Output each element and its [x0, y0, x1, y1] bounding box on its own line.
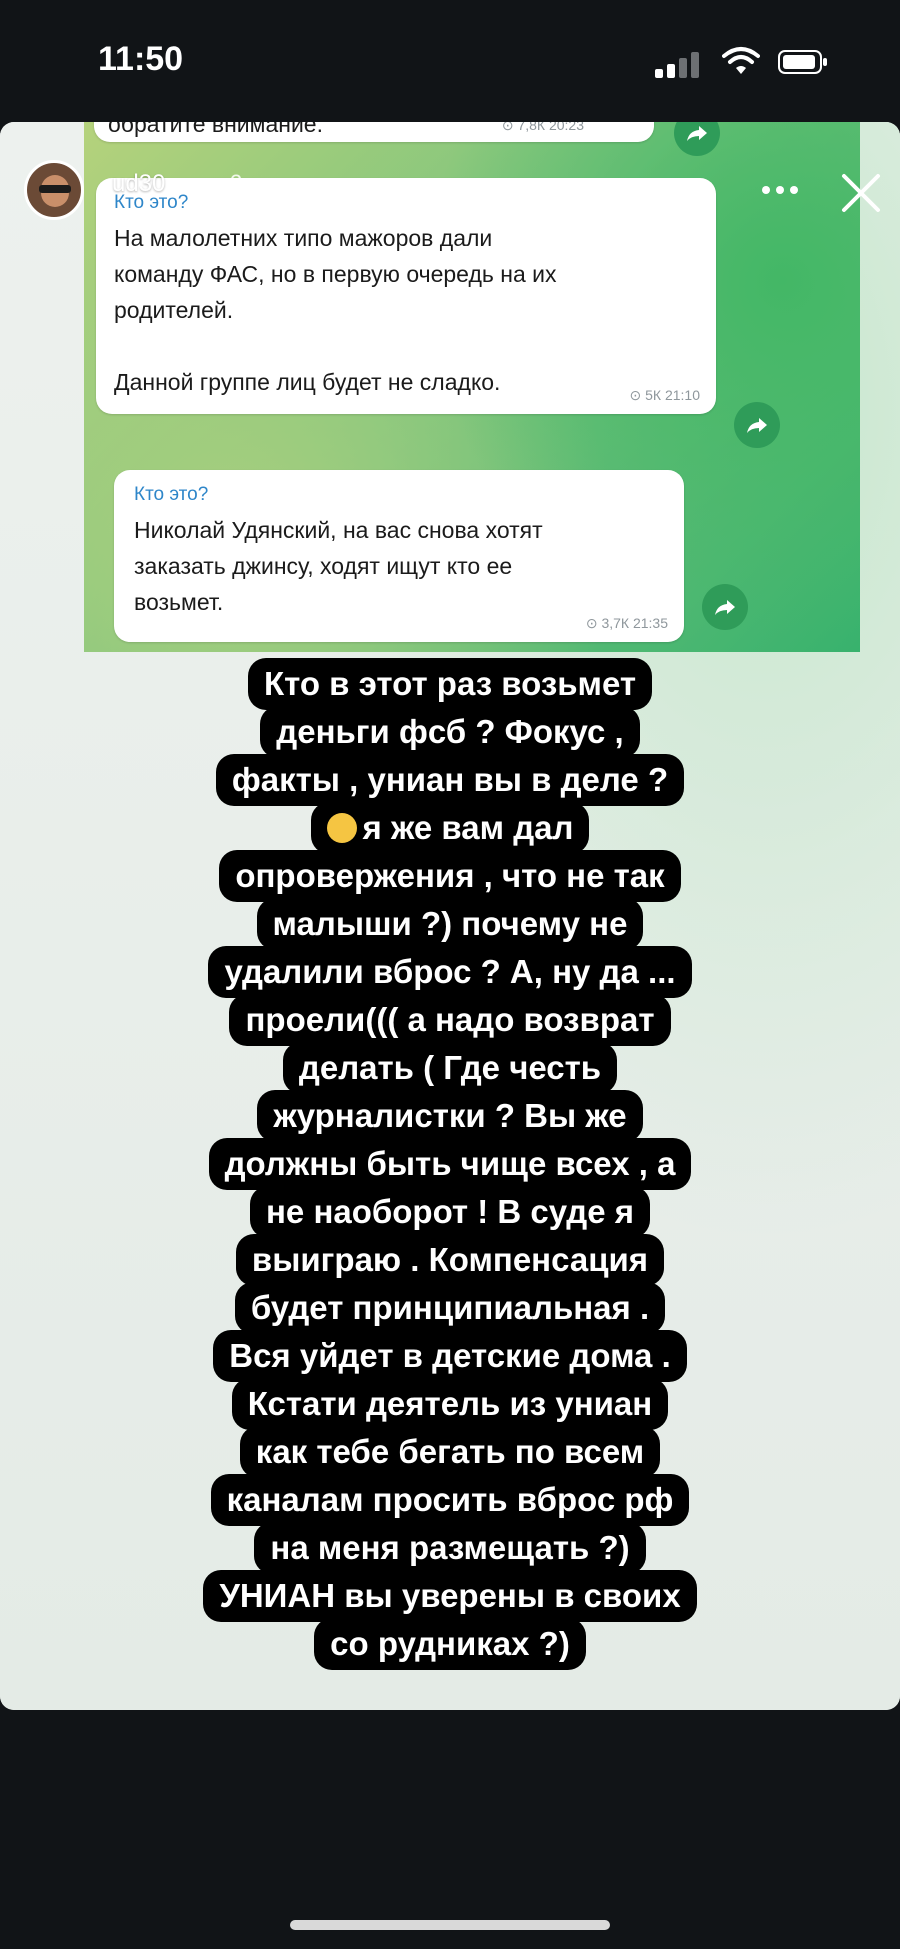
caption-line: каналам просить вброс рф [210, 1474, 690, 1526]
caption-line: Вся уйдет в детские дома . [213, 1330, 687, 1382]
battery-icon [778, 50, 827, 74]
story-caption: Кто в этот раз возьмет деньги фсб ? Фоку… [90, 658, 810, 1670]
caption-line: проели((( а надо возврат [229, 994, 671, 1046]
caption-line: Кто в этот раз возьмет [247, 658, 653, 710]
telegram-message: Кто это? Николай Удянский, на вас снова … [114, 470, 684, 642]
laughing-emoji-icon [326, 813, 357, 843]
caption-line: факты , униан вы в деле ? [215, 754, 685, 806]
message-sender: Кто это? [114, 192, 189, 213]
story-card[interactable]: обратите внимание. ⊙ 7,8К 20:23 Кто это?… [0, 122, 900, 1710]
more-options-icon[interactable] [762, 186, 802, 196]
message-text: На малолетних типо мажоров дали команду … [114, 225, 557, 395]
caption-line: выиграю . Компенсация [235, 1234, 665, 1286]
message-meta: ⊙ 7,8К 20:23 [501, 122, 584, 133]
caption-line: будет принципиальная . [234, 1282, 666, 1334]
message-sender: Кто это? [134, 484, 209, 505]
story-username[interactable]: ud30 [112, 170, 165, 198]
forward-icon [734, 402, 780, 448]
cellular-signal-icon [655, 50, 703, 78]
caption-line: журналистки ? Вы же [257, 1090, 643, 1142]
caption-line: на меня размещать ?) [254, 1522, 646, 1574]
avatar[interactable] [24, 160, 84, 220]
message-text: Николай Удянский, на вас снова хотят зак… [134, 517, 543, 615]
telegram-message: Кто это? На малолетних типо мажоров дали… [96, 178, 716, 414]
story-timestamp: 2 ч. [230, 170, 266, 195]
message-meta: ⊙ 5К 21:10 [629, 387, 701, 403]
caption-line: деньги фсб ? Фокус , [260, 706, 640, 758]
telegram-message-partial: обратите внимание. ⊙ 7,8К 20:23 [94, 122, 654, 142]
forward-icon [702, 584, 748, 630]
message-meta: ⊙ 3,7К 21:35 [585, 615, 668, 631]
status-time: 11:50 [98, 40, 184, 78]
wifi-icon [722, 47, 760, 74]
message-text: обратите внимание. [108, 122, 323, 137]
home-indicator[interactable] [290, 1920, 610, 1930]
caption-line: УНИАН вы уверены в своих [203, 1570, 697, 1622]
caption-line-with-emoji: я же вам дал [310, 802, 590, 854]
caption-line: малыши ?) почему не [256, 898, 644, 950]
caption-line: должны быть чище всех , а [208, 1138, 692, 1190]
close-icon[interactable] [838, 170, 884, 216]
caption-line: опровержения , что не так [219, 850, 681, 902]
telegram-screenshot: обратите внимание. ⊙ 7,8К 20:23 Кто это?… [84, 122, 860, 652]
caption-line: делать ( Где честь [282, 1042, 618, 1094]
caption-line: удалили вброс ? А, ну да ... [208, 946, 692, 998]
caption-line: как тебе бегать по всем [239, 1426, 661, 1478]
status-bar: 11:50 [0, 0, 900, 110]
caption-text: я же вам дал [362, 809, 574, 846]
avatar-glasses [39, 185, 71, 193]
caption-line: Кстати деятель из униан [231, 1378, 669, 1430]
caption-line: не наоборот ! В суде я [249, 1186, 651, 1238]
caption-line: со рудниках ?) [314, 1618, 586, 1670]
